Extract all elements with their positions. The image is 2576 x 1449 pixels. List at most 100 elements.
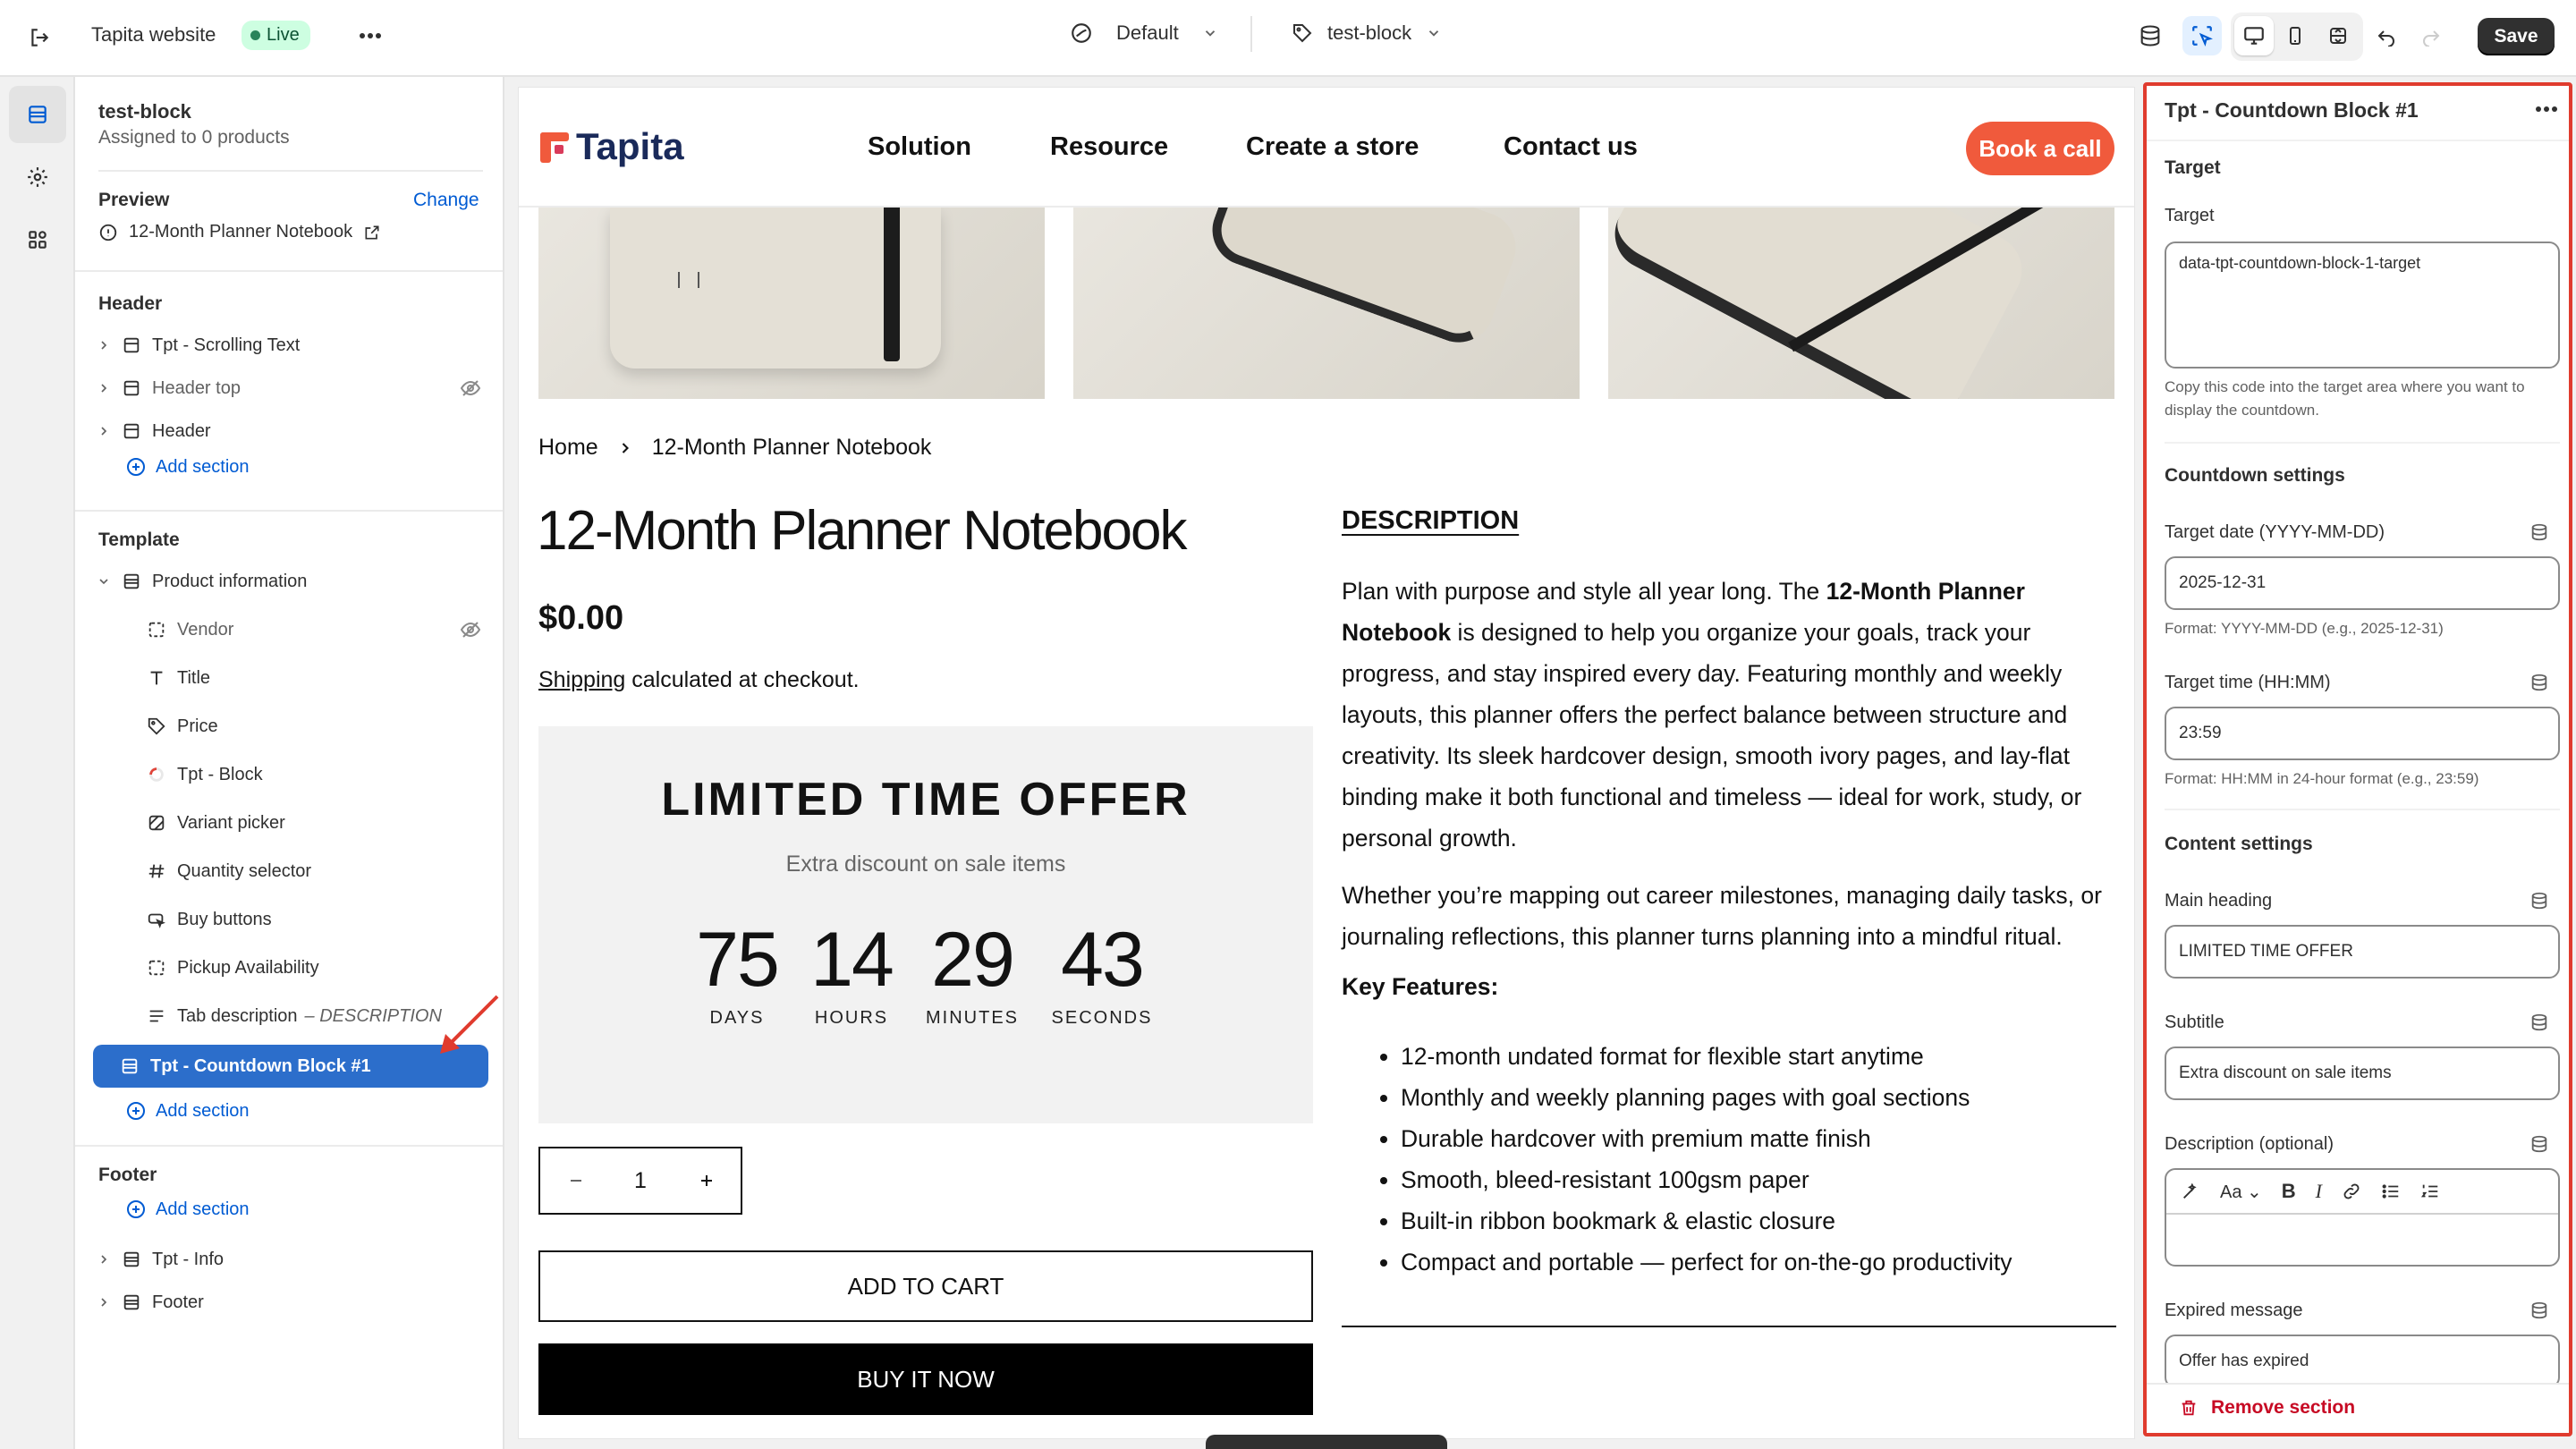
block-item-tpt-block[interactable]: Tpt - Block [147, 757, 481, 792]
more-options-icon[interactable] [351, 16, 390, 55]
chevron-right-icon[interactable] [97, 1252, 111, 1267]
nav-link-create-store[interactable]: Create a store [1246, 132, 1419, 162]
section-item-product-information[interactable]: Product information [97, 564, 481, 599]
target-label: Target [2165, 206, 2215, 225]
product-image-2[interactable] [1073, 208, 1580, 399]
block-item-vendor[interactable]: Vendor [147, 612, 481, 648]
selected-section-countdown-block[interactable]: Tpt - Countdown Block #1 [93, 1045, 488, 1088]
sections-icon[interactable] [9, 86, 66, 143]
preview-product[interactable]: 12-Month Planner Notebook [98, 222, 381, 242]
chevron-right-icon[interactable] [97, 1295, 111, 1309]
add-section-footer-button[interactable]: Add section [125, 1199, 250, 1220]
theme-selector[interactable]: Default [1070, 21, 1218, 45]
add-section-header-button[interactable]: Add section [125, 456, 250, 478]
dynamic-source-icon[interactable] [2529, 1134, 2549, 1154]
add-section-template-button[interactable]: Add section [125, 1100, 250, 1122]
preview-toolbar-handle[interactable] [1206, 1435, 1447, 1449]
italic-icon[interactable]: I [2316, 1180, 2322, 1203]
product-image-3[interactable] [1608, 208, 2114, 399]
chevron-right-icon[interactable] [97, 424, 111, 438]
breadcrumb-home[interactable]: Home [538, 435, 598, 461]
dynamic-source-icon[interactable] [2529, 522, 2549, 542]
settings-gear-icon[interactable] [18, 157, 57, 197]
hidden-eye-icon[interactable] [460, 619, 481, 640]
product-price: $0.00 [538, 599, 624, 637]
chevron-right-icon[interactable] [97, 338, 111, 352]
block-item-price[interactable]: Price [147, 708, 481, 744]
section-item-scrolling-text[interactable]: Tpt - Scrolling Text [97, 327, 481, 363]
block-item-title[interactable]: Title [147, 660, 481, 696]
fullscreen-view-icon[interactable] [2318, 16, 2358, 55]
buy-it-now-button[interactable]: BUY IT NOW [538, 1343, 1313, 1415]
divider [2147, 140, 2569, 141]
chevron-down-icon[interactable] [97, 574, 111, 589]
main-heading-input[interactable]: LIMITED TIME OFFER [2165, 925, 2560, 979]
template-selector[interactable]: test-block [1292, 21, 1442, 45]
list-item: Smooth, bleed-resistant 100gsm paper [1401, 1159, 2116, 1200]
tapita-logo-icon[interactable] [538, 131, 571, 165]
target-heading: Target [2165, 157, 2221, 178]
target-date-input[interactable]: 2025-12-31 [2165, 556, 2560, 610]
subtitle-input[interactable]: Extra discount on sale items [2165, 1046, 2560, 1100]
countdown-block[interactable]: LIMITED TIME OFFER Extra discount on sal… [538, 726, 1313, 1123]
apps-icon[interactable] [18, 220, 57, 259]
save-button[interactable]: Save [2478, 18, 2555, 55]
dynamic-source-icon[interactable] [2529, 891, 2549, 911]
block-item-buy-buttons[interactable]: Buy buttons [147, 902, 481, 937]
book-call-button[interactable]: Book a call [1966, 122, 2114, 175]
section-item-footer[interactable]: Footer [97, 1284, 481, 1320]
target-time-input[interactable]: 23:59 [2165, 707, 2560, 760]
bullet-list-icon[interactable] [2381, 1182, 2401, 1201]
block-item-tab-description[interactable]: Tab description – DESCRIPTION [147, 998, 481, 1034]
chevron-right-icon[interactable] [97, 381, 111, 395]
undo-icon[interactable] [2367, 16, 2406, 55]
block-label: Buy buttons [177, 909, 272, 929]
bold-icon[interactable]: B [2282, 1180, 2296, 1203]
link-icon[interactable] [2342, 1182, 2361, 1201]
block-label: Variant picker [177, 812, 285, 833]
hidden-eye-icon[interactable] [460, 377, 481, 399]
product-image-1[interactable] [538, 208, 1045, 399]
nav-link-resource[interactable]: Resource [1050, 132, 1168, 162]
store-header: Tapita Solution Resource Create a store … [519, 88, 2134, 208]
text-size-icon[interactable]: Aa ⌄ [2220, 1181, 2262, 1203]
target-code-field[interactable]: data-tpt-countdown-block-1-target [2165, 242, 2560, 369]
template-name: test-block [98, 100, 191, 123]
block-item-variant-picker[interactable]: Variant picker [147, 805, 481, 841]
quantity-increase-icon[interactable] [698, 1172, 716, 1190]
inspector-icon[interactable] [2131, 16, 2170, 55]
description-rich-text-editor[interactable]: Aa ⌄ B I [2165, 1168, 2560, 1267]
dynamic-source-icon[interactable] [2529, 673, 2549, 692]
external-link-icon[interactable] [363, 224, 381, 242]
settings-panel-title: Tpt - Countdown Block #1 [2165, 98, 2419, 122]
quantity-value[interactable]: 1 [612, 1168, 669, 1194]
more-options-icon[interactable] [2535, 106, 2558, 113]
mobile-view-icon[interactable] [2275, 16, 2315, 55]
store-logo-text[interactable]: Tapita [576, 125, 684, 168]
shipping-link[interactable]: Shipping [538, 667, 625, 692]
dynamic-source-icon[interactable] [2529, 1301, 2549, 1320]
block-item-pickup-availability[interactable]: Pickup Availability [147, 950, 481, 986]
section-item-tpt-info[interactable]: Tpt - Info [97, 1241, 481, 1277]
expired-message-input[interactable]: Offer has expired [2165, 1335, 2560, 1388]
section-item-header-top[interactable]: Header top [97, 370, 481, 406]
nav-link-contact[interactable]: Contact us [1504, 132, 1638, 162]
exit-icon[interactable] [20, 18, 59, 57]
add-to-cart-button[interactable]: ADD TO CART [538, 1250, 1313, 1322]
quantity-decrease-icon[interactable] [567, 1172, 585, 1190]
section-item-header[interactable]: Header [97, 413, 481, 449]
divider [1250, 16, 1252, 52]
remove-section-button[interactable]: Remove section [2179, 1397, 2355, 1419]
description-tab-heading[interactable]: DESCRIPTION [1342, 506, 1519, 536]
desktop-view-icon[interactable] [2234, 16, 2274, 55]
numbered-list-icon[interactable] [2420, 1182, 2440, 1201]
dynamic-source-icon[interactable] [2529, 1013, 2549, 1032]
block-item-quantity-selector[interactable]: Quantity selector [147, 853, 481, 889]
countdown-minutes-value: 29 [931, 917, 1015, 1003]
header-group-heading: Header [98, 293, 163, 314]
magic-icon[interactable] [2181, 1182, 2200, 1201]
change-preview-link[interactable]: Change [413, 190, 479, 211]
redo-icon[interactable] [2411, 16, 2451, 55]
select-element-icon[interactable] [2182, 16, 2222, 55]
nav-link-solution[interactable]: Solution [868, 132, 971, 162]
